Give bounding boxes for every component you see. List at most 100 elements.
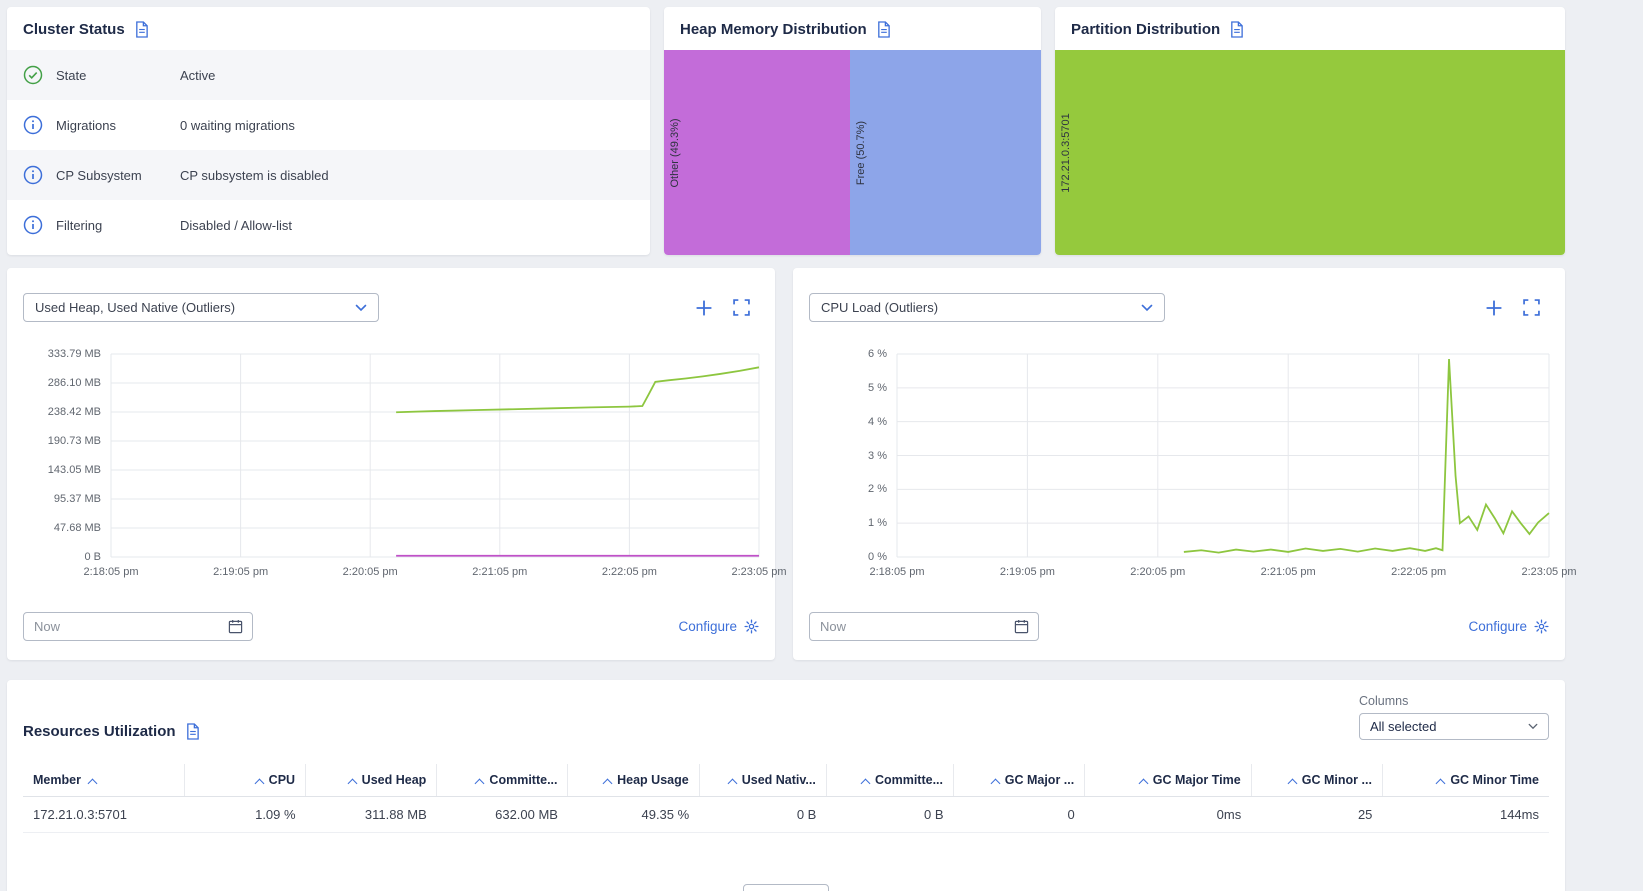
sort-icon	[860, 778, 871, 789]
x-axis-tick: 2:23:05 pm	[731, 566, 787, 578]
dashboard-page: Cluster Status State Active Migrations 0	[0, 0, 1577, 891]
y-axis-tick: 95.37 MB	[53, 493, 101, 505]
gear-icon	[1534, 619, 1549, 634]
chevron-down-icon	[355, 304, 367, 312]
sort-icon	[254, 778, 265, 789]
x-axis-tick: 2:22:05 pm	[1391, 566, 1447, 578]
add-chart-icon[interactable]	[1485, 299, 1503, 317]
cpu-load-line-chart: 6 % 5 % 4 % 3 % 2 % 1 % 0 % 2:18:05 pm 2:19:05 …	[809, 348, 1576, 584]
columns-select-value: All selected	[1370, 719, 1437, 734]
distribution-segment-label: 172.21.0.3:5701	[1060, 112, 1072, 193]
time-range-input-wrap	[23, 612, 253, 641]
cell-member: 172.21.0.3:5701	[23, 796, 185, 833]
sort-icon	[474, 778, 485, 789]
calendar-icon[interactable]	[1014, 619, 1029, 634]
used-heap-line-chart: 333.79 MB 286.10 MB 238.42 MB 190.73 MB 143.…	[23, 348, 787, 584]
status-row-filtering: Filtering Disabled / Allow-list	[7, 200, 650, 250]
column-header-cpu[interactable]: CPU	[184, 764, 307, 797]
status-label: Filtering	[56, 217, 103, 233]
column-header-gc-major[interactable]: GC Major ...	[953, 764, 1086, 797]
time-range-input[interactable]	[24, 619, 228, 634]
column-header-member[interactable]: Member	[23, 764, 185, 797]
sort-icon	[602, 778, 613, 789]
partition-distribution-card: Partition Distribution 172.21.0.3:5701	[1055, 7, 1565, 255]
status-label: Migrations	[56, 117, 116, 133]
time-range-input[interactable]	[810, 619, 1014, 634]
chart-plot-area[interactable]	[897, 354, 1549, 557]
member-row[interactable]: 172.21.0.3:5701 1.09 % 311.88 MB 632.00 …	[23, 796, 1549, 833]
metric-select[interactable]: CPU Load (Outliers)	[809, 293, 1165, 322]
cell-committed-heap: 632.00 MB	[436, 796, 568, 833]
resources-utilization-card: Resources Utilization Columns All select…	[7, 680, 1565, 891]
status-row-cp-subsystem: CP Subsystem CP subsystem is disabled	[7, 150, 650, 200]
x-axis-labels: 2:18:05 pm 2:19:05 pm 2:20:05 pm 2:21:05 pm…	[83, 566, 786, 584]
y-axis-tick: 190.73 MB	[47, 435, 101, 447]
cluster-status-rows: State Active Migrations 0 waiting migrat…	[7, 50, 650, 250]
resources-title: Resources Utilization	[23, 723, 176, 740]
status-label: State	[56, 67, 87, 83]
cell-heap-usage: 49.35 %	[567, 796, 700, 833]
x-axis-tick: 2:22:05 pm	[601, 566, 657, 578]
y-axis-tick: 0 %	[868, 551, 887, 563]
heap-distribution-bar: Other (49.3%) Free (50.7%)	[664, 50, 1041, 255]
status-row-state: State Active	[7, 50, 650, 100]
metric-select[interactable]: Used Heap, Used Native (Outliers)	[23, 293, 379, 322]
partition-distribution-title: Partition Distribution	[1071, 21, 1221, 38]
document-icon[interactable]	[1229, 21, 1244, 38]
y-axis-tick: 5 %	[868, 381, 887, 394]
column-header-heap-usage[interactable]: Heap Usage	[567, 764, 700, 797]
heap-chart-card: Used Heap, Used Native (Outliers) 333.79…	[7, 268, 787, 660]
distribution-segment[interactable]: Free (50.7%)	[849, 50, 1041, 255]
fullscreen-icon[interactable]	[733, 298, 751, 317]
document-icon[interactable]	[134, 21, 149, 38]
document-icon[interactable]	[185, 723, 200, 740]
configure-link[interactable]: Configure	[678, 619, 759, 634]
y-axis-tick: 47.68 MB	[53, 522, 101, 534]
column-header-committed-native[interactable]: Committe...	[826, 764, 955, 797]
rows-per-page-select[interactable]	[743, 884, 829, 891]
y-axis-tick: 6 %	[868, 348, 887, 360]
cpu-chart-card: CPU Load (Outliers) 6 % 5 % 4 % 3 % 2 %	[793, 268, 1577, 660]
fullscreen-icon[interactable]	[1523, 298, 1541, 317]
status-value: 0 waiting migrations	[180, 117, 295, 133]
sort-icon	[990, 778, 1001, 789]
chart-plot-area[interactable]	[111, 354, 759, 557]
configure-label: Configure	[678, 619, 737, 634]
x-axis-tick: 2:20:05 pm	[342, 566, 398, 578]
sort-icon	[347, 778, 358, 789]
column-header-used-native[interactable]: Used Nativ...	[699, 764, 827, 797]
column-header-gc-minor-time[interactable]: GC Minor Time	[1382, 764, 1549, 797]
x-axis-tick: 2:19:05 pm	[213, 566, 269, 578]
distribution-segment[interactable]: Other (49.3%)	[664, 50, 850, 255]
columns-label: Columns	[1359, 694, 1409, 708]
cell-gc-major-time: 0ms	[1084, 796, 1252, 833]
configure-label: Configure	[1468, 619, 1527, 634]
y-axis-tick: 3 %	[868, 449, 887, 462]
info-circle-icon	[23, 165, 43, 185]
configure-link[interactable]: Configure	[1468, 619, 1549, 634]
y-axis-labels: 333.79 MB 286.10 MB 238.42 MB 190.73 MB 143.…	[23, 348, 111, 563]
metric-select-value: Used Heap, Used Native (Outliers)	[35, 300, 236, 315]
document-icon[interactable]	[876, 21, 891, 38]
add-chart-icon[interactable]	[695, 299, 713, 317]
time-range-input-wrap	[809, 612, 1039, 641]
sort-icon	[727, 778, 738, 789]
sort-icon	[1435, 778, 1446, 789]
column-header-gc-minor[interactable]: GC Minor ...	[1251, 764, 1383, 797]
cell-gc-minor: 25	[1251, 796, 1383, 833]
calendar-icon[interactable]	[228, 619, 243, 634]
info-circle-icon	[23, 115, 43, 135]
column-header-committed-heap[interactable]: Committe...	[436, 764, 569, 797]
column-header-gc-major-time[interactable]: GC Major Time	[1084, 764, 1252, 797]
column-header-used-heap[interactable]: Used Heap	[305, 764, 438, 797]
metric-select-value: CPU Load (Outliers)	[821, 300, 939, 315]
columns-select[interactable]: All selected	[1359, 713, 1549, 740]
distribution-segment[interactable]: 172.21.0.3:5701	[1055, 50, 1565, 255]
status-label: CP Subsystem	[56, 167, 142, 183]
y-axis-tick: 143.05 MB	[47, 464, 101, 476]
partition-distribution-bar: 172.21.0.3:5701	[1055, 50, 1565, 255]
cluster-status-card: Cluster Status State Active Migrations 0	[7, 7, 650, 255]
cell-gc-major: 0	[953, 796, 1085, 833]
status-value: Disabled / Allow-list	[180, 217, 292, 233]
x-axis-tick: 2:18:05 pm	[869, 566, 925, 578]
